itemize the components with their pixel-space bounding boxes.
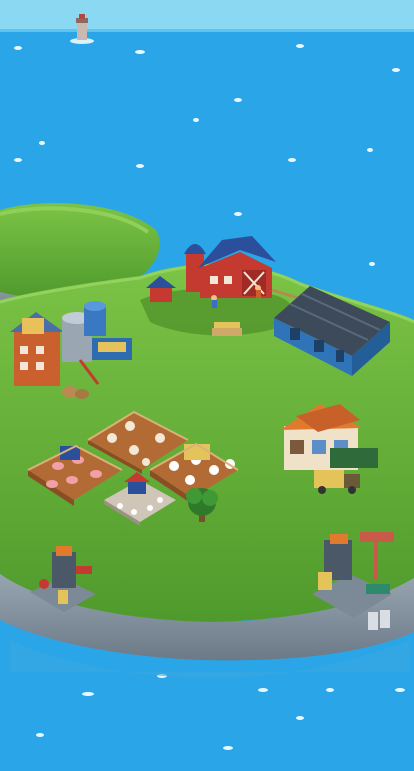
game-scene[interactable] bbox=[0, 0, 414, 771]
sky-strip bbox=[0, 0, 414, 32]
horizon-line bbox=[0, 29, 414, 32]
